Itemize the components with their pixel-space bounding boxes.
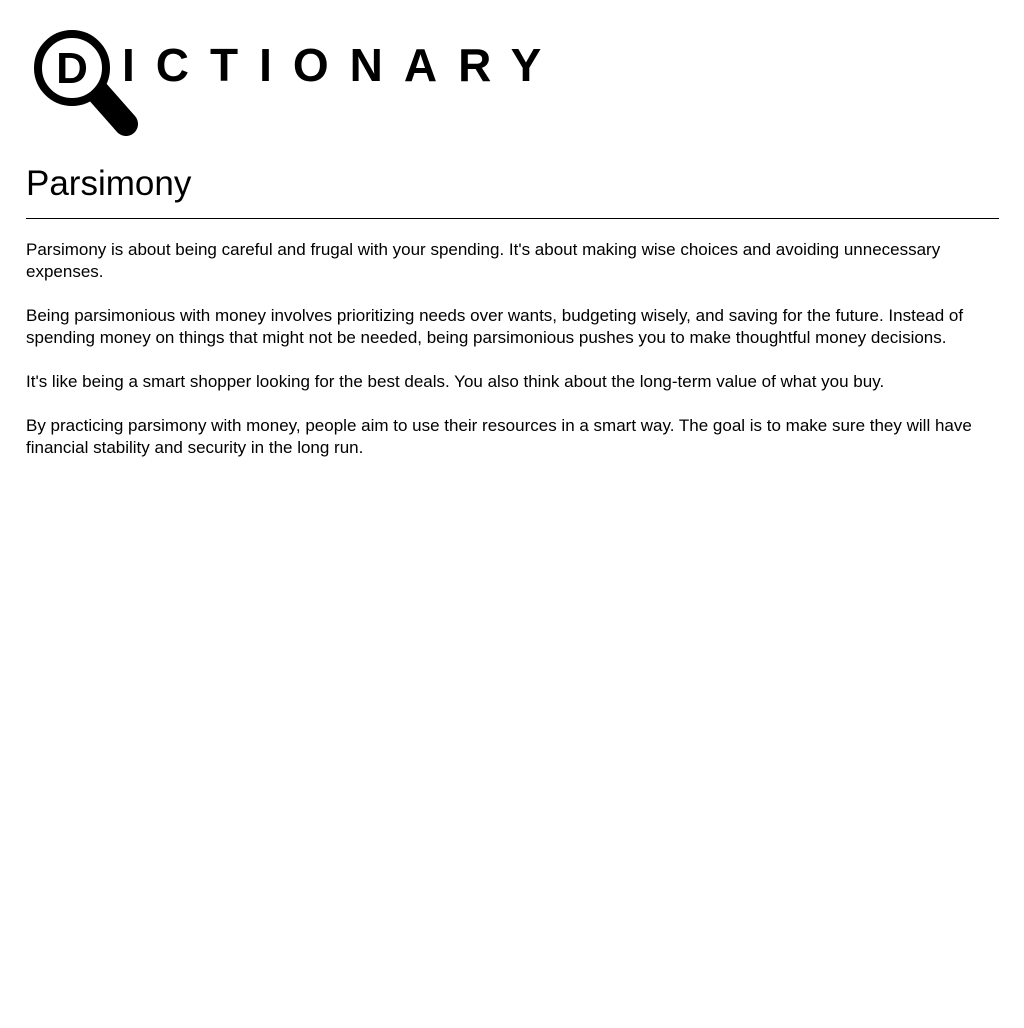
title-divider bbox=[26, 218, 999, 219]
logo-wordmark: ICTIONARY bbox=[122, 39, 563, 91]
dictionary-logo[interactable]: D ICTIONARY bbox=[30, 28, 541, 138]
page-title: Parsimony bbox=[26, 164, 192, 203]
definition-body: Parsimony is about being careful and fru… bbox=[26, 239, 999, 459]
logo-letter-d: D bbox=[56, 44, 88, 93]
definition-paragraph: By practicing parsimony with money, peop… bbox=[26, 416, 972, 457]
page: D ICTIONARY Parsimony Parsimony is about… bbox=[0, 28, 1024, 1028]
definition-paragraph: It's like being a smart shopper looking … bbox=[26, 372, 885, 391]
definition-paragraph: Being parsimonious with money involves p… bbox=[26, 306, 964, 347]
magnifier-icon: D bbox=[30, 28, 140, 138]
definition-paragraph: Parsimony is about being careful and fru… bbox=[26, 240, 941, 281]
